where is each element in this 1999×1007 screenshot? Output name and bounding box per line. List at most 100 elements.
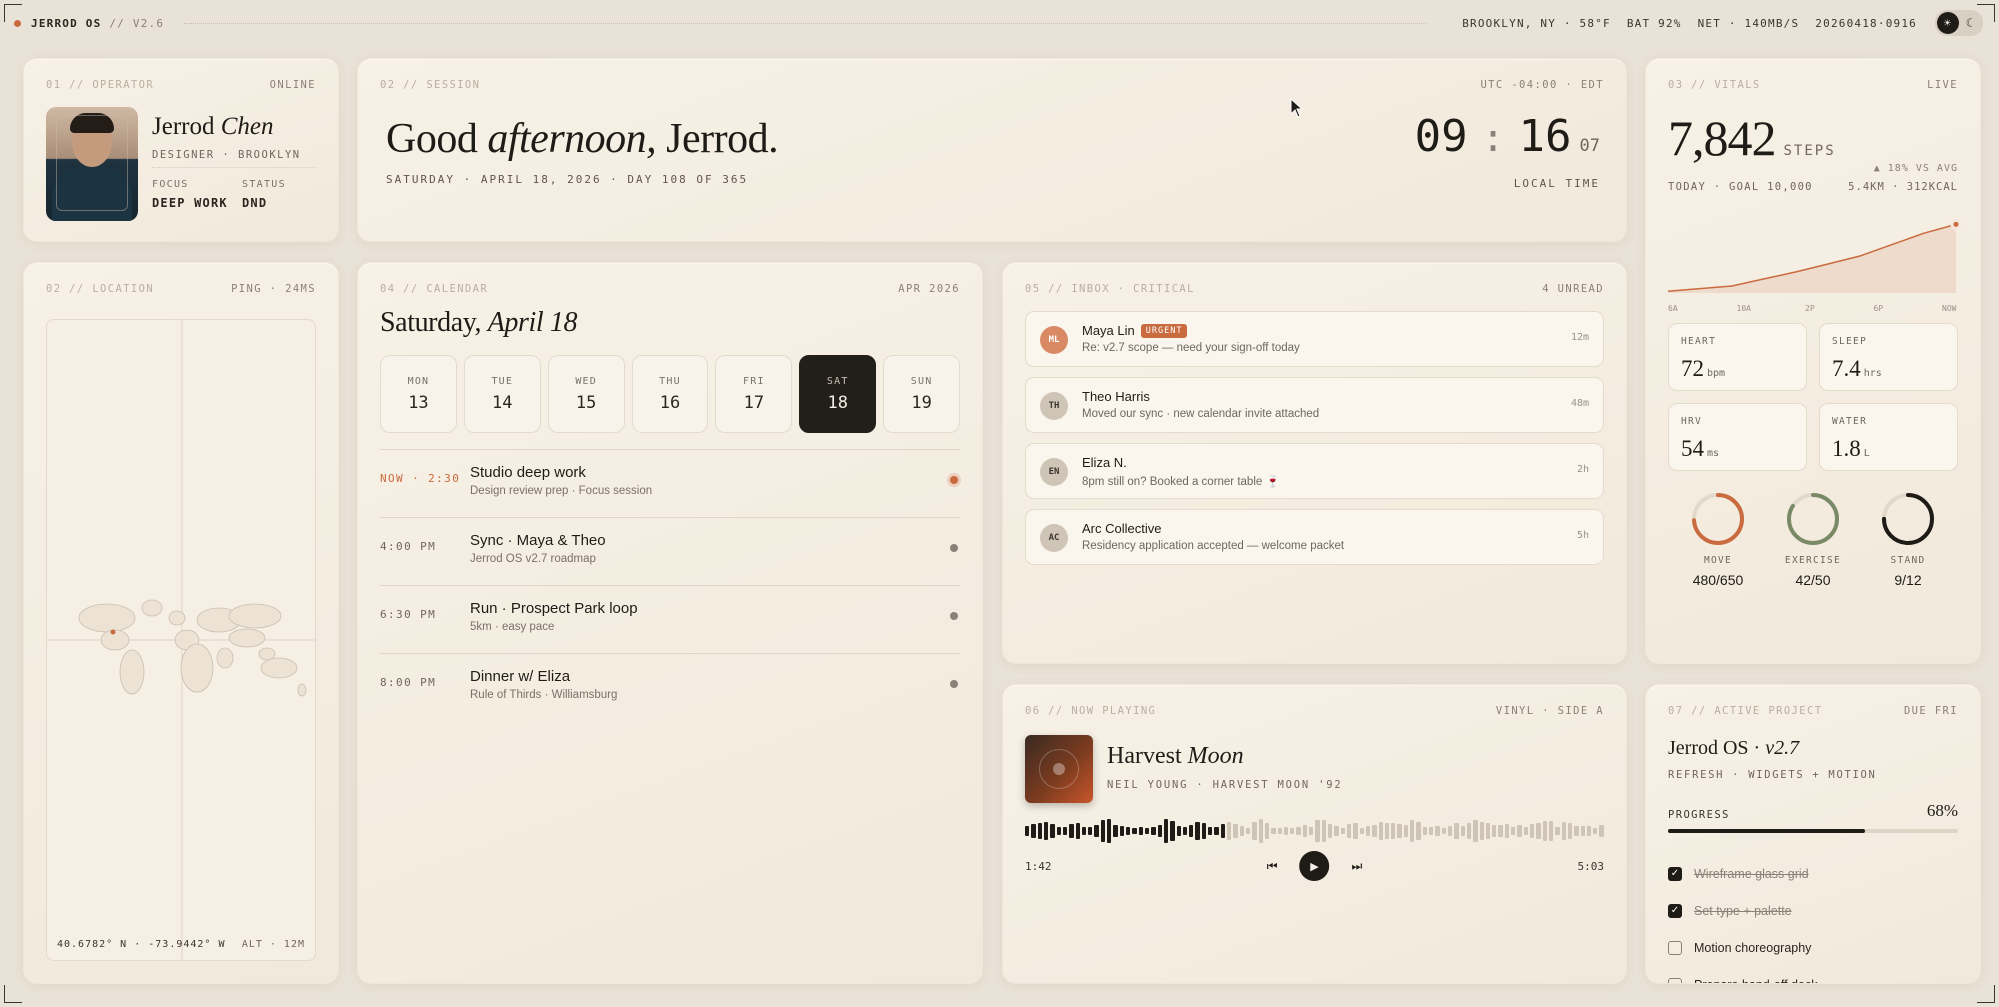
waveform-bar <box>1346 823 1352 839</box>
task-item[interactable]: ✓ Wireframe glass grid <box>1668 855 1958 892</box>
waveform-bar <box>1574 826 1579 836</box>
message-row[interactable]: AC Arc Collective Residency application ac… <box>1025 509 1604 565</box>
operator-role: DESIGNER · BROOKLYN <box>152 149 301 161</box>
operator-name: Jerrod Chen <box>152 113 274 140</box>
waveform-scrubber[interactable] <box>1025 817 1604 845</box>
play-button[interactable]: ▶ <box>1299 851 1330 881</box>
message-row[interactable]: EN Eliza N. 8pm still on? Booked a corner … <box>1025 443 1604 499</box>
task-item[interactable]: Motion choreography <box>1668 929 1958 966</box>
moon-icon[interactable]: ☾ <box>1959 12 1981 34</box>
message-row[interactable]: ML Maya Lin URGENT Re: v2.7 scope — need yo… <box>1025 311 1604 367</box>
day-mon[interactable]: MON 13 <box>380 355 457 433</box>
day-thu[interactable]: THU 16 <box>631 355 709 433</box>
task-checkbox[interactable] <box>1668 977 1682 983</box>
world-map[interactable]: 40.6782° N · -73.9442° W ALT · 12M <box>46 319 316 961</box>
waveform-bar <box>1245 827 1251 835</box>
event-row[interactable]: 4:00 PM Sync · Maya & Theo Jerrod OS v2.7 … <box>380 517 960 585</box>
vital-sleep[interactable]: SLEEP 7.4 hrs <box>1819 323 1958 391</box>
total-time: 5:03 <box>1577 860 1605 873</box>
sender-name-text: Theo Harris <box>1082 389 1150 404</box>
waveform-bar <box>1239 825 1244 837</box>
day-wed[interactable]: WED 15 <box>547 355 625 433</box>
operator-divider <box>152 167 316 168</box>
operator-card-title: 01 // OPERATOR <box>46 79 155 91</box>
sparkline-tick: 6P <box>1874 304 1884 313</box>
vital-number: 72 <box>1681 356 1704 381</box>
project-card-title: 07 // ACTIVE PROJECT <box>1668 705 1823 717</box>
waveform-bar <box>1220 824 1225 838</box>
waveform-bar <box>1170 820 1175 842</box>
map-coordinates: 40.6782° N · -73.9442° W <box>57 939 226 950</box>
waveform-bar <box>1548 820 1554 842</box>
task-checkbox[interactable] <box>1668 940 1682 955</box>
progress-label: PROGRESS <box>1668 809 1730 821</box>
ring-move[interactable]: MOVE 480/650 <box>1678 491 1758 588</box>
waveform-bar <box>1315 820 1320 842</box>
local-time-label: LOCAL TIME <box>1513 177 1600 190</box>
waveform-bar <box>1536 823 1541 839</box>
activity-rings: MOVE 480/650 EXERCISE 42/50 STAND 9/12 <box>1668 491 1958 588</box>
day-sun[interactable]: SUN 19 <box>883 355 961 433</box>
event-status-dot-icon <box>950 544 958 552</box>
ring-label: MOVE <box>1703 555 1733 566</box>
event-row[interactable]: 6:30 PM Run · Prospect Park loop 5km · eas… <box>380 585 960 653</box>
project-title: Jerrod OS · v2.7 <box>1668 737 1800 759</box>
waveform-bar <box>1454 822 1459 840</box>
vital-number: 7.4 <box>1832 356 1861 381</box>
day-sat[interactable]: SAT 18 <box>799 355 877 433</box>
waveform-bar <box>1397 824 1402 838</box>
theme-toggle[interactable]: ☀ ☾ <box>1935 10 1983 36</box>
calendar-card-header: 04 // CALENDAR APR 2026 <box>380 283 960 295</box>
brand-name: JERROD OS <box>31 16 102 30</box>
waveform-bar <box>1492 825 1497 837</box>
message-row[interactable]: TH Theo Harris Moved our sync · new calend… <box>1025 377 1604 433</box>
previous-track-icon[interactable]: ⏮ <box>1267 859 1278 874</box>
waveform-bar <box>1485 823 1491 839</box>
event-title: Sync · Maya & Theo <box>470 532 606 549</box>
vital-heart[interactable]: HEART 72 bpm <box>1668 323 1807 391</box>
waveform-bar <box>1378 822 1383 840</box>
task-checkbox[interactable]: ✓ <box>1668 866 1682 881</box>
event-row[interactable]: 8:00 PM Dinner w/ Eliza Rule of Thirds · W… <box>380 653 960 721</box>
sun-icon[interactable]: ☀ <box>1937 12 1959 34</box>
task-item[interactable]: ✓ Set type + palette <box>1668 892 1958 929</box>
sender-avatar: ML <box>1040 326 1068 354</box>
waveform-bar <box>1195 822 1200 840</box>
operator-card: 01 // OPERATOR ONLINE Jerrod Chen DESIGN… <box>23 58 339 242</box>
event-row[interactable]: NOW · 2:30 Studio deep work Design review … <box>380 449 960 517</box>
frame-corner-bottom-left <box>4 985 22 1003</box>
day-tue[interactable]: TUE 14 <box>463 355 541 433</box>
network-status: NET · 140MB/S <box>1697 16 1800 30</box>
waveform-bar <box>1132 828 1137 834</box>
day-fri[interactable]: FRI 17 <box>715 355 793 433</box>
task-item[interactable]: Prepare hand-off deck <box>1668 966 1958 983</box>
next-track-icon[interactable]: ⏭ <box>1352 859 1363 874</box>
ring-stand[interactable]: STAND 9/12 <box>1868 491 1948 588</box>
vital-number: 1.8 <box>1832 436 1861 461</box>
clock-minutes: 16 <box>1518 111 1572 162</box>
day-number: 14 <box>492 392 513 413</box>
vital-label: WATER <box>1832 416 1868 427</box>
inbox-card-title: 05 // INBOX · CRITICAL <box>1025 283 1195 295</box>
avatar[interactable] <box>46 107 138 221</box>
waveform-bar <box>1189 825 1194 837</box>
ring-exercise[interactable]: EXERCISE 42/50 <box>1773 491 1853 588</box>
waveform-bar <box>1447 825 1453 837</box>
ring-label: STAND <box>1890 555 1926 566</box>
message-time: 12m <box>1570 332 1589 343</box>
day-name: MON <box>407 375 430 387</box>
sender-name-text: Arc Collective <box>1082 521 1162 536</box>
vital-hrv[interactable]: HRV 54 ms <box>1668 403 1807 471</box>
map-altitude: ALT · 12M <box>241 939 305 950</box>
event-subtitle: Design review prep · Focus session <box>470 485 653 497</box>
album-art[interactable] <box>1025 735 1093 803</box>
waveform-bar <box>1119 825 1124 837</box>
sparkline-tick: 6A <box>1668 304 1678 313</box>
sender-name: Arc Collective <box>1082 521 1161 536</box>
location-card: 02 // LOCATION PING · 24MS 40.6782° N · … <box>23 262 339 984</box>
inbox-card-header: 05 // INBOX · CRITICAL 4 UNREAD <box>1025 283 1604 295</box>
task-checkbox[interactable]: ✓ <box>1668 903 1682 918</box>
project-card-header: 07 // ACTIVE PROJECT DUE FRI <box>1668 705 1958 717</box>
vital-water[interactable]: WATER 1.8 L <box>1819 403 1958 471</box>
location-card-title: 02 // LOCATION <box>46 283 155 295</box>
